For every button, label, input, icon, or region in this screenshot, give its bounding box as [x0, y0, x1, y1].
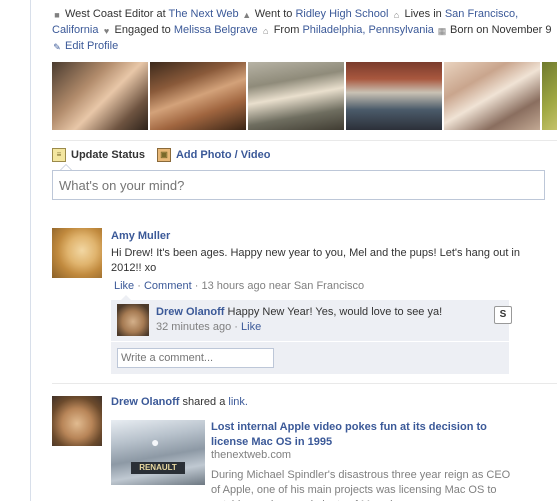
story-meta: Like · Comment · 13 hours ago near San F… — [114, 280, 365, 292]
profile-info: ■ West Coast Editor at The Next Web ▲ Went… — [52, 6, 552, 54]
author-link[interactable]: Amy Muller — [111, 230, 170, 242]
edit-profile-link[interactable]: Edit Profile — [65, 40, 118, 52]
link-domain: thenextweb.com — [211, 449, 292, 461]
graduation-cap-icon: ▲ — [242, 10, 252, 20]
profile-photo-4[interactable] — [346, 62, 442, 130]
story-body: Amy Muller Hi Drew! It's been ages. Happ… — [111, 230, 551, 276]
link-thumbnail[interactable]: ● RENAULT — [111, 420, 205, 485]
shared-link[interactable]: link. — [228, 396, 248, 408]
story-message: Hi Drew! It's been ages. Happy new year … — [111, 247, 520, 274]
story-header: Drew Olanoff shared a link. — [111, 396, 248, 408]
school-link[interactable]: Ridley High School — [295, 8, 388, 20]
profile-photo-1[interactable] — [52, 62, 148, 130]
divider — [52, 383, 557, 384]
calendar-icon: ▦ — [437, 26, 447, 36]
write-comment-input[interactable] — [117, 348, 274, 368]
update-status-label: Update Status — [71, 149, 145, 161]
apple-logo-icon: ● — [151, 434, 160, 450]
add-photo-label: Add Photo / Video — [175, 149, 271, 161]
photo-icon: ▣ — [156, 148, 171, 162]
timestamp[interactable]: 13 hours ago — [201, 280, 265, 292]
avatar[interactable] — [117, 304, 149, 336]
comment-link[interactable]: Comment — [144, 280, 192, 292]
avatar[interactable] — [52, 396, 102, 446]
comment-time: 32 minutes ago — [156, 321, 232, 333]
add-photo-tab[interactable]: ▣ Add Photo / Video — [156, 148, 271, 162]
school-label: Went to — [254, 8, 293, 20]
profile-photo-5[interactable] — [444, 62, 540, 130]
engaged-label: Engaged to — [114, 24, 171, 36]
lives-label: Lives in — [404, 8, 442, 20]
avatar[interactable] — [52, 228, 102, 278]
like-link[interactable]: Like — [114, 280, 134, 292]
comment-body: Happy New Year! Yes, would love to see y… — [227, 306, 443, 318]
heart-icon: ♥ — [103, 26, 110, 36]
comment-author-link[interactable]: Drew Olanoff — [156, 306, 224, 318]
license-plate: RENAULT — [131, 462, 185, 474]
profile-photo-6[interactable] — [542, 62, 557, 130]
author-link[interactable]: Drew Olanoff — [111, 396, 179, 408]
shared-text: shared a — [182, 396, 226, 408]
status-icon: ≡ — [52, 148, 66, 162]
divider — [111, 341, 509, 342]
side-button[interactable]: S — [494, 306, 512, 324]
home-icon: ⌂ — [262, 26, 269, 36]
engaged-link[interactable]: Melissa Belgrave — [174, 24, 258, 36]
briefcase-icon: ■ — [54, 10, 60, 20]
publisher-tabs: ≡ Update Status ▣ Add Photo / Video — [52, 146, 282, 164]
from-link[interactable]: Philadelphia, Pennsylvania — [302, 24, 433, 36]
work-link[interactable]: The Next Web — [169, 8, 239, 20]
pencil-icon: ✎ — [53, 42, 61, 52]
status-input[interactable] — [52, 170, 545, 200]
profile-photo-2[interactable] — [150, 62, 246, 130]
from-label: From — [273, 24, 300, 36]
divider — [52, 140, 557, 141]
left-rail-line — [30, 0, 31, 501]
born-label: Born on November 9 — [449, 24, 552, 36]
comment: Drew Olanoff Happy New Year! Yes, would … — [117, 304, 505, 340]
photo-strip — [52, 62, 557, 130]
location: near San Francisco — [268, 280, 365, 292]
comment-meta: 32 minutes ago · Like — [156, 321, 262, 333]
comment-box: Drew Olanoff Happy New Year! Yes, would … — [111, 295, 509, 374]
comment-like-link[interactable]: Like — [241, 321, 261, 333]
profile-photo-3[interactable] — [248, 62, 344, 130]
link-description: During Michael Spindler's disastrous thr… — [211, 469, 511, 501]
comment-text: Drew Olanoff Happy New Year! Yes, would … — [156, 305, 486, 320]
update-status-tab[interactable]: ≡ Update Status — [52, 148, 145, 162]
link-title[interactable]: Lost internal Apple video pokes fun at i… — [211, 420, 511, 450]
work-label: West Coast Editor at — [65, 8, 166, 20]
home-icon: ⌂ — [393, 10, 400, 20]
